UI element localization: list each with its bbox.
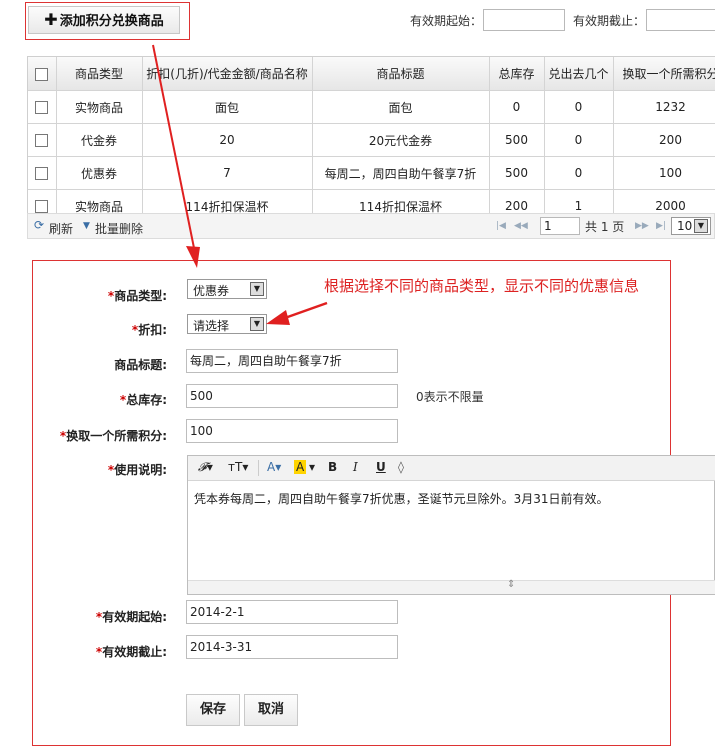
arrow-line-left xyxy=(281,301,328,321)
arrow-line-down xyxy=(152,44,195,249)
annotation-arrows xyxy=(152,44,328,325)
arrow-head-down xyxy=(186,246,200,268)
arrow-head-left xyxy=(266,310,290,325)
